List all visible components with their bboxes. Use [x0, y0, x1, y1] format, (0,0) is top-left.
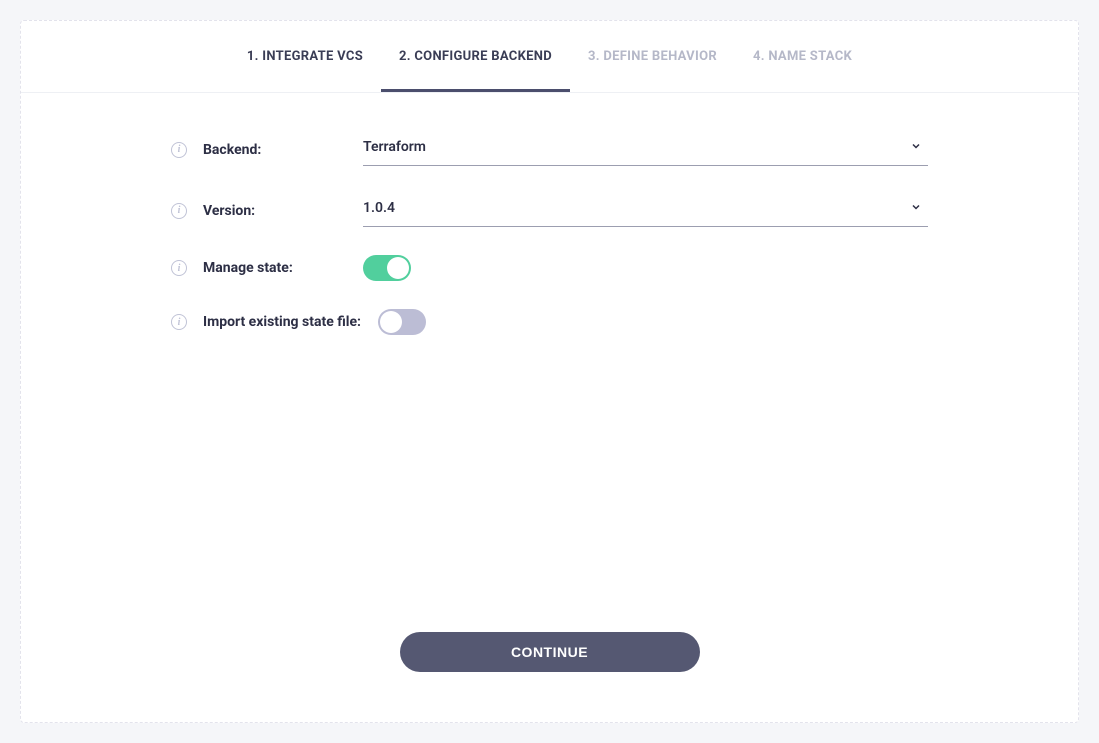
version-row: i Version: 1.0.4: [171, 194, 928, 227]
form-body: i Backend: Terraform i Version: 1.0.4 i …: [21, 93, 1078, 722]
wizard-tabs: 1. INTEGRATE VCS 2. CONFIGURE BACKEND 3.…: [21, 21, 1078, 93]
info-icon[interactable]: i: [171, 142, 187, 158]
wizard-card: 1. INTEGRATE VCS 2. CONFIGURE BACKEND 3.…: [20, 20, 1079, 723]
version-value: 1.0.4: [363, 200, 395, 216]
info-icon[interactable]: i: [171, 314, 187, 330]
manage-state-row: i Manage state:: [171, 255, 928, 281]
version-label: Version:: [203, 203, 363, 219]
tab-name-stack[interactable]: 4. NAME STACK: [735, 21, 870, 92]
toggle-knob: [380, 311, 402, 333]
manage-state-toggle[interactable]: [363, 255, 411, 281]
manage-state-label: Manage state:: [203, 260, 363, 276]
backend-select[interactable]: Terraform: [363, 133, 928, 166]
info-icon[interactable]: i: [171, 260, 187, 276]
chevron-down-icon: [910, 201, 922, 216]
info-icon[interactable]: i: [171, 203, 187, 219]
import-state-row: i Import existing state file:: [171, 309, 928, 335]
version-select[interactable]: 1.0.4: [363, 194, 928, 227]
continue-button[interactable]: CONTINUE: [400, 632, 700, 672]
backend-value: Terraform: [363, 139, 426, 155]
import-state-label: Import existing state file:: [203, 314, 378, 330]
toggle-knob: [387, 257, 409, 279]
form-footer: CONTINUE: [171, 632, 928, 702]
import-state-toggle[interactable]: [378, 309, 426, 335]
chevron-down-icon: [910, 140, 922, 155]
backend-label: Backend:: [203, 142, 363, 158]
tab-define-behavior[interactable]: 3. DEFINE BEHAVIOR: [570, 21, 735, 92]
backend-row: i Backend: Terraform: [171, 133, 928, 166]
tab-integrate-vcs[interactable]: 1. INTEGRATE VCS: [229, 21, 381, 92]
tab-configure-backend[interactable]: 2. CONFIGURE BACKEND: [381, 21, 570, 92]
